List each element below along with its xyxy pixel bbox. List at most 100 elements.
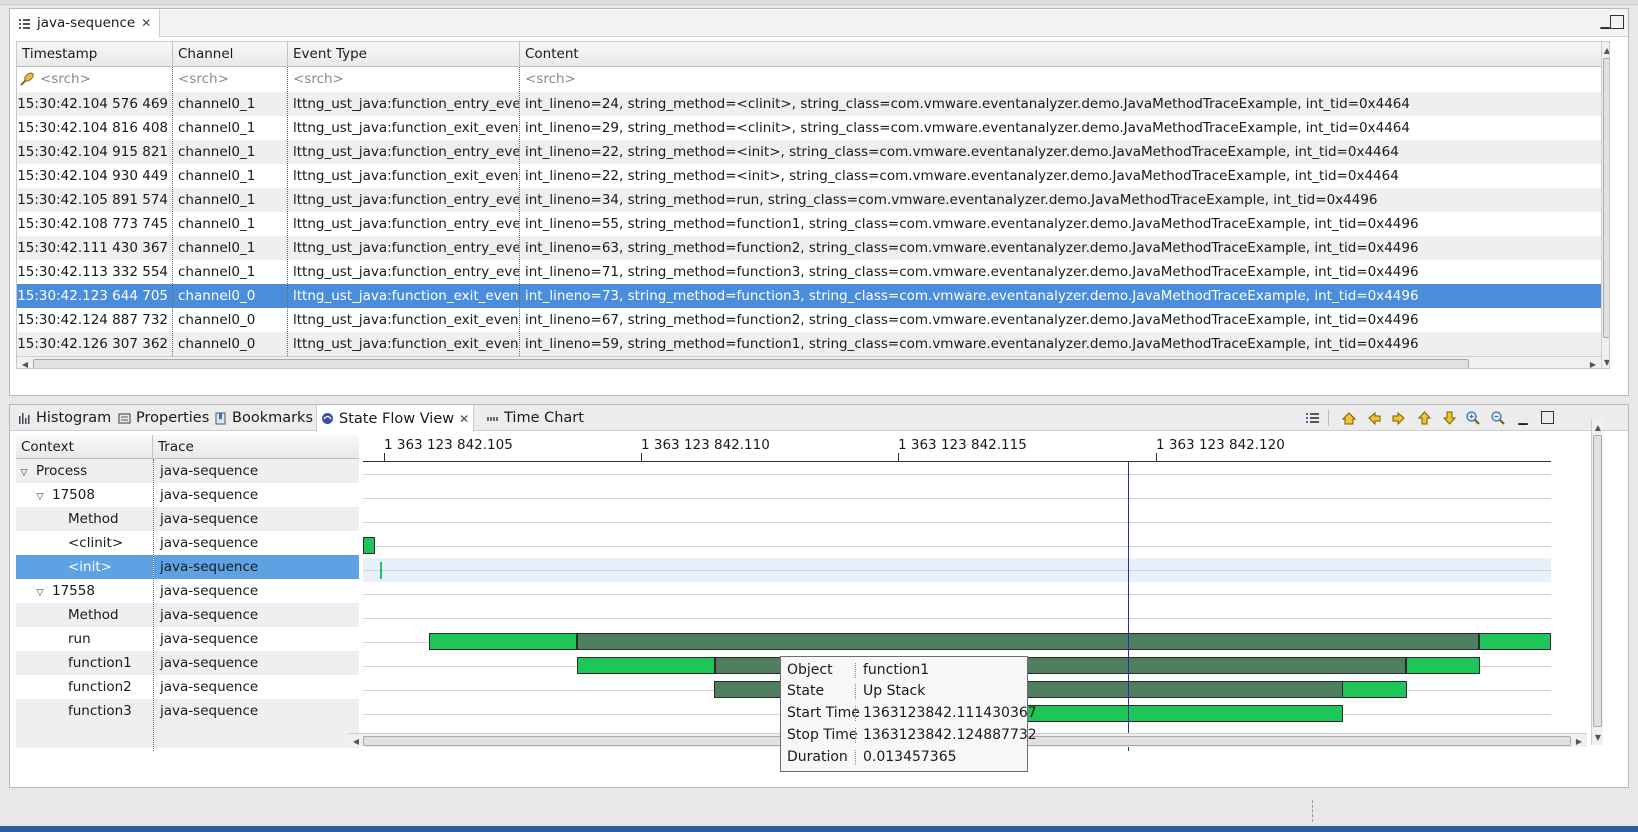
home-icon[interactable]	[1340, 410, 1358, 426]
scroll-right-arrow-icon[interactable]: ▶	[1573, 735, 1585, 747]
tab-histogram[interactable]: Histogram	[14, 405, 115, 431]
table-row[interactable]: 15:30:42.113 332 554 channel0_1 lttng_ust_…	[17, 260, 1601, 285]
tree-row[interactable]: function3 java-sequence	[16, 699, 359, 724]
previous-event-icon[interactable]	[1365, 410, 1383, 426]
timeline-vertical-scrollbar[interactable]: ▲ ▼	[1591, 419, 1603, 745]
view-tabbar: Histogram Properties Bookmarks State Flo…	[10, 405, 1628, 432]
tab-properties[interactable]: Properties	[114, 405, 213, 431]
tooltip-key: State	[787, 683, 825, 699]
tree-row[interactable]: Method java-sequence	[16, 603, 359, 628]
table-row[interactable]: 15:30:42.124 887 732 channel0_0 lttng_ust_…	[17, 308, 1601, 333]
search-field-timestamp[interactable]: <srch>	[35, 67, 172, 92]
tree-row[interactable]: ▽ 17508 java-sequence	[16, 483, 359, 508]
time-tick	[1156, 453, 1157, 462]
tree-label: Process	[36, 463, 88, 479]
active-state-bar[interactable]	[577, 657, 715, 674]
tab-time-chart[interactable]: Time Chart	[482, 405, 588, 431]
tab-label: Histogram	[36, 410, 112, 426]
editor-tab-label: java-sequence	[37, 15, 136, 31]
col-content-header[interactable]: Content	[520, 42, 1601, 67]
table-row[interactable]: 15:30:42.104 915 821 channel0_1 lttng_ust_…	[17, 140, 1601, 165]
scroll-up-arrow-icon[interactable]: ▲	[1601, 44, 1609, 56]
tree-row[interactable]: ▽ 17558 java-sequence	[16, 579, 359, 604]
tab-bookmarks[interactable]: Bookmarks	[210, 405, 317, 431]
state-lane[interactable]	[363, 534, 1551, 558]
active-state-bar[interactable]	[988, 705, 1343, 722]
table-row[interactable]: 15:30:42.126 307 362 channel0_0 lttng_ust_…	[17, 332, 1601, 357]
scroll-left-arrow-icon[interactable]: ◀	[350, 735, 362, 747]
table-row[interactable]: 15:30:42.108 773 745 channel0_1 lttng_ust_…	[17, 212, 1601, 237]
list-icon[interactable]	[1304, 410, 1322, 426]
next-item-icon[interactable]	[1440, 410, 1458, 426]
scroll-down-arrow-icon[interactable]: ▼	[1601, 356, 1609, 368]
tree-row[interactable]: function2 java-sequence	[16, 675, 359, 700]
maximize-view-button[interactable]	[1541, 411, 1554, 424]
close-tab-icon[interactable]: ✕	[141, 16, 151, 30]
zoom-in-icon[interactable]	[1464, 410, 1482, 426]
minimize-view-button[interactable]: ▁	[1514, 410, 1532, 426]
state-lane[interactable]	[363, 582, 1551, 606]
col-context-header[interactable]: Context	[16, 435, 153, 459]
scroll-right-arrow-icon[interactable]: ▶	[1587, 358, 1599, 369]
active-state-bar[interactable]	[1479, 633, 1551, 650]
cell-event-type: lttng_ust_java:function_entry_event	[293, 264, 519, 280]
close-tab-icon[interactable]: ✕	[459, 412, 469, 426]
active-state-bar[interactable]	[1406, 657, 1480, 674]
col-timestamp-header[interactable]: Timestamp	[17, 42, 173, 67]
search-field-channel[interactable]: <srch>	[173, 67, 287, 92]
tree-row[interactable]: run java-sequence	[16, 627, 359, 652]
col-event-type-header[interactable]: Event Type	[288, 42, 520, 67]
state-lane[interactable]	[363, 606, 1551, 630]
cell-content: int_lineno=29, string_method=<clinit>, s…	[525, 120, 1410, 136]
search-field-content[interactable]: <srch>	[520, 67, 1600, 92]
state-lane[interactable]	[363, 486, 1551, 510]
state-lane[interactable]	[363, 558, 1551, 582]
cell-content: int_lineno=71, string_method=function3, …	[525, 264, 1419, 280]
table-row[interactable]: 15:30:42.104 930 449 channel0_1 lttng_ust_…	[17, 164, 1601, 189]
timeline-vscroll-thumb[interactable]	[1593, 435, 1602, 727]
table-row[interactable]: 15:30:42.111 430 367 channel0_1 lttng_ust_…	[17, 236, 1601, 261]
col-trace-header[interactable]: Trace	[153, 435, 359, 459]
expand-toggle-icon[interactable]: ▽	[32, 485, 48, 508]
next-event-icon[interactable]	[1390, 410, 1408, 426]
col-channel-header[interactable]: Channel	[173, 42, 288, 67]
table-row[interactable]: 15:30:42.104 576 469 channel0_1 lttng_ust_…	[17, 92, 1601, 117]
tree-trace-cell: java-sequence	[160, 607, 259, 623]
zoom-out-icon[interactable]	[1489, 410, 1507, 426]
state-lane[interactable]	[363, 462, 1551, 486]
scroll-up-arrow-icon[interactable]: ▲	[1592, 421, 1604, 433]
table-horizontal-scrollbar[interactable]: ◀ ▶	[17, 356, 1601, 369]
table-row[interactable]: 15:30:42.123 644 705 channel0_0 lttng_ust_…	[17, 284, 1601, 309]
tree-row[interactable]: ▽ Process java-sequence	[16, 459, 359, 484]
tooltip-key: Duration	[787, 749, 848, 765]
tree-row[interactable]: Method java-sequence	[16, 507, 359, 532]
expand-toggle-icon[interactable]: ▽	[32, 581, 48, 604]
tree-row[interactable]: <clinit> java-sequence	[16, 531, 359, 556]
previous-item-icon[interactable]	[1415, 410, 1433, 426]
active-state-bar[interactable]	[1342, 681, 1407, 698]
scroll-down-arrow-icon[interactable]: ▼	[1592, 731, 1604, 743]
table-vertical-scrollbar[interactable]: ▲ ▼	[1601, 42, 1609, 368]
table-vscroll-thumb[interactable]	[1603, 58, 1609, 338]
table-hscroll-thumb[interactable]	[33, 359, 1469, 368]
search-field-event-type[interactable]: <srch>	[288, 67, 519, 92]
tab-state-flow-view[interactable]: State Flow View ✕	[316, 405, 475, 432]
active-state-bar[interactable]	[363, 537, 375, 554]
tree-row[interactable]: function1 java-sequence	[16, 651, 359, 676]
cell-content: int_lineno=63, string_method=function2, …	[525, 240, 1419, 256]
state-lane[interactable]	[363, 510, 1551, 534]
tab-java-sequence[interactable]: java-sequence ✕	[10, 9, 161, 37]
expand-toggle-icon[interactable]: ▽	[16, 461, 32, 484]
active-state-bar[interactable]	[429, 633, 577, 650]
scroll-left-arrow-icon[interactable]: ◀	[19, 358, 31, 369]
active-state-bar[interactable]	[380, 562, 382, 579]
tree-row[interactable]: <init> java-sequence	[16, 555, 359, 580]
table-row[interactable]: 15:30:42.104 816 408 channel0_1 lttng_ust_…	[17, 116, 1601, 141]
maximize-editor-button[interactable]	[1610, 15, 1624, 29]
time-cursor[interactable]	[1128, 462, 1129, 751]
table-row[interactable]: 15:30:42.105 891 574 channel0_1 lttng_ust_…	[17, 188, 1601, 213]
cell-timestamp: 15:30:42.104 816 408	[17, 120, 168, 136]
state-lane[interactable]	[363, 630, 1551, 654]
tree-trace-cell: java-sequence	[160, 583, 259, 599]
up-stack-state-bar[interactable]	[577, 633, 1479, 650]
